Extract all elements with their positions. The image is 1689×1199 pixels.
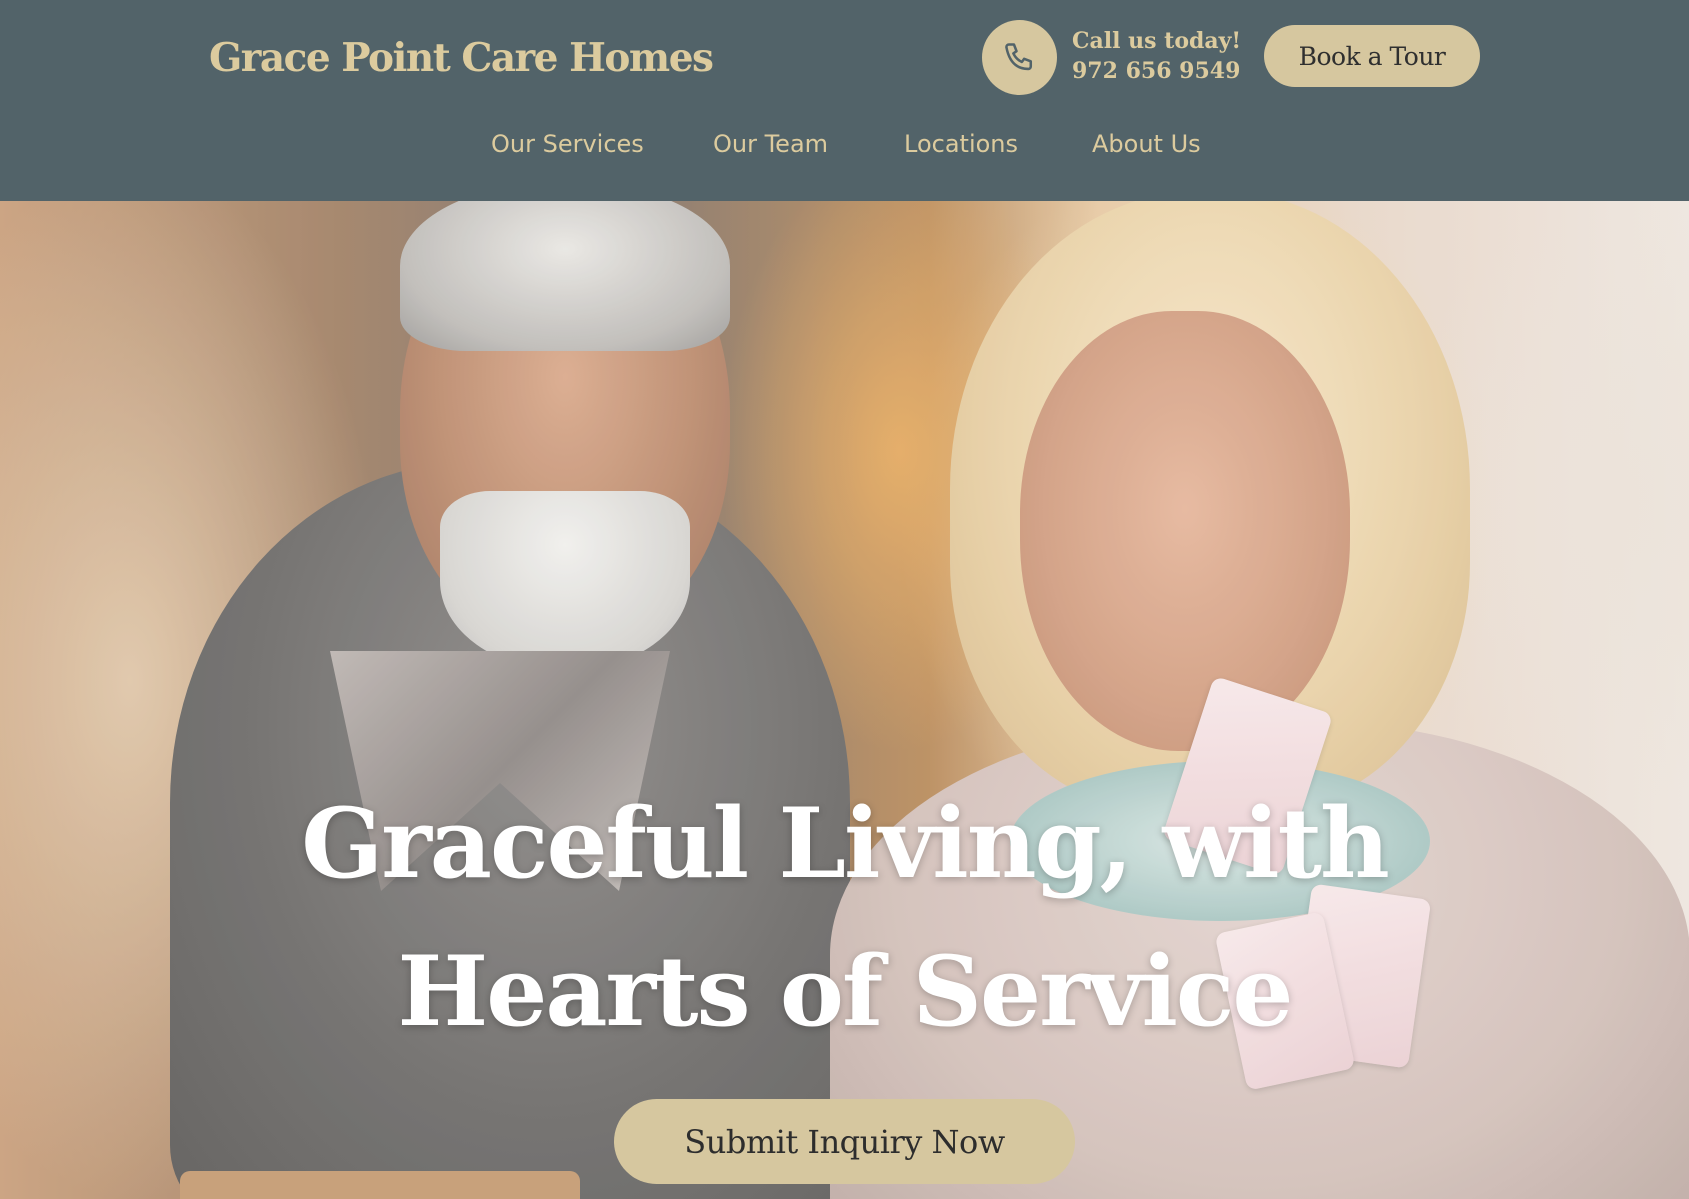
phone-icon xyxy=(1004,42,1032,70)
hero-title-line-2: Hearts of Service xyxy=(397,935,1294,1048)
nav-item-our-services[interactable]: Our Services xyxy=(491,122,644,166)
hero-title: Graceful Living, with Hearts of Service xyxy=(200,770,1489,1066)
book-tour-button[interactable]: Book a Tour xyxy=(1264,25,1480,87)
phone-number[interactable]: 972 656 9549 xyxy=(1072,56,1241,86)
site-header: Grace Point Care Homes Call us today! 97… xyxy=(0,0,1689,201)
call-info: Call us today! 972 656 9549 xyxy=(1072,26,1241,86)
brand-logo-text[interactable]: Grace Point Care Homes xyxy=(209,30,714,86)
hero-title-line-1: Graceful Living, with xyxy=(301,787,1390,900)
nav-item-locations[interactable]: Locations xyxy=(904,122,1018,166)
nav-item-about-us[interactable]: About Us xyxy=(1092,122,1201,166)
hero-section: Graceful Living, with Hearts of Service … xyxy=(0,201,1689,1199)
main-nav: Our Services Our Team Locations About Us xyxy=(0,122,1689,166)
submit-inquiry-button[interactable]: Submit Inquiry Now xyxy=(614,1099,1075,1184)
phone-button[interactable] xyxy=(982,20,1057,95)
call-label: Call us today! xyxy=(1072,28,1242,54)
nav-item-our-team[interactable]: Our Team xyxy=(713,122,828,166)
